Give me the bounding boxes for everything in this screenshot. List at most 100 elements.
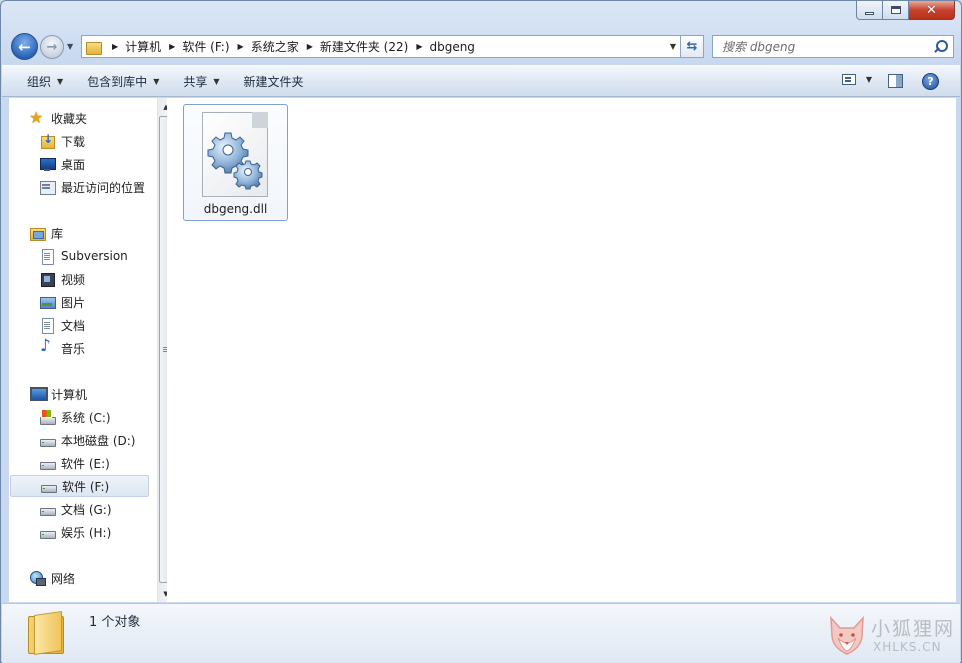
system-drive-icon: [39, 409, 56, 425]
file-item[interactable]: dbgeng.dll: [183, 104, 288, 221]
sidebar-item-label: 文档 (G:): [61, 502, 112, 517]
back-arrow-icon: ←: [18, 37, 31, 56]
chevron-right-icon[interactable]: ▶: [112, 42, 118, 51]
sidebar-item-drive-h[interactable]: 娱乐 (H:): [9, 521, 111, 543]
file-list-area[interactable]: dbgeng.dll: [167, 98, 956, 602]
chevron-right-icon[interactable]: ▶: [169, 42, 175, 51]
music-icon: [39, 336, 55, 356]
address-dropdown-icon[interactable]: ▼: [670, 42, 676, 51]
sidebar-item-label: 视频: [61, 272, 86, 287]
sidebar-item-label: 本地磁盘 (D:): [61, 433, 136, 448]
fox-logo-icon: [830, 615, 864, 655]
help-icon[interactable]: ?: [922, 73, 939, 90]
recent-places-icon: [39, 179, 56, 195]
watermark-en: XHLKS.CN: [873, 640, 942, 654]
drive-icon: [39, 501, 56, 517]
library-icon: [29, 225, 46, 241]
address-bar[interactable]: ▶ 计算机 ▶ 软件 (F:) ▶ 系统之家 ▶ 新建文件夹 (22) ▶ dbgeng …: [81, 35, 681, 58]
sidebar-item-subversion[interactable]: Subversion: [9, 245, 128, 267]
sidebar-item-label: 计算机: [51, 387, 88, 402]
forward-arrow-icon: →: [46, 39, 58, 55]
sidebar-item-drive-f[interactable]: 软件 (F:): [10, 475, 149, 497]
sidebar-item-label: 软件 (E:): [61, 456, 110, 471]
close-button[interactable]: ✕: [909, 1, 955, 20]
explorer-window: ✕ ← → ▼ ▶ 计算机 ▶ 软件 (F:) ▶ 系统之家 ▶ 新建文件夹 (22) …: [0, 0, 962, 663]
sidebar-item-label: 库: [51, 226, 64, 241]
network-icon: [29, 570, 46, 586]
forward-button[interactable]: →: [40, 35, 64, 59]
breadcrumb-item[interactable]: ▶ 新建文件夹 (22): [299, 36, 409, 57]
preview-pane-icon[interactable]: [888, 74, 903, 88]
breadcrumb-drive[interactable]: 软件 (F:): [182, 38, 229, 55]
computer-icon: [29, 386, 48, 402]
dll-file-icon: [202, 112, 268, 197]
sidebar-item-label: Subversion: [61, 249, 128, 263]
navigation-pane: 收藏夹 下载 桌面 最近访问的位置 库 Subversion 视频 图片 文档 …: [9, 98, 174, 602]
picture-icon: [39, 294, 56, 310]
sidebar-item-network[interactable]: 网络: [9, 567, 75, 589]
chevron-right-icon[interactable]: ▶: [416, 42, 422, 51]
sidebar-item-label: 软件 (F:): [62, 479, 110, 494]
minimize-icon: [865, 11, 874, 15]
breadcrumb-folder[interactable]: 系统之家: [251, 38, 299, 55]
sidebar-item-label: 音乐: [61, 341, 86, 356]
sidebar-item-label: 收藏夹: [51, 111, 88, 126]
sidebar-item-recent-places[interactable]: 最近访问的位置: [9, 176, 145, 198]
breadcrumb-item[interactable]: ▶ dbgeng: [408, 36, 475, 57]
breadcrumb-current[interactable]: dbgeng: [429, 40, 474, 54]
sidebar-item-computer[interactable]: 计算机: [9, 383, 87, 405]
document-icon: [39, 248, 55, 265]
new-folder-button[interactable]: 新建文件夹: [232, 66, 316, 96]
breadcrumb-item[interactable]: ▶ 软件 (F:): [161, 36, 229, 57]
sidebar-item-label: 娱乐 (H:): [61, 525, 112, 540]
back-button[interactable]: ←: [11, 33, 38, 60]
sidebar-item-label: 图片: [61, 295, 86, 310]
close-icon: ✕: [926, 2, 937, 18]
breadcrumb-subfolder[interactable]: 新建文件夹 (22): [320, 38, 408, 55]
watermark-cn: 小狐狸网: [871, 618, 956, 640]
breadcrumb-item[interactable]: ▶ 系统之家: [230, 36, 299, 57]
view-options-icon: [841, 74, 856, 85]
organize-button[interactable]: 组织 ▼: [2, 66, 75, 96]
caption-buttons: ✕: [856, 1, 955, 20]
recent-pages-dropdown[interactable]: ▼: [67, 42, 73, 51]
search-input[interactable]: [722, 39, 922, 54]
chevron-right-icon[interactable]: ▶: [238, 42, 244, 51]
search-icon[interactable]: [933, 39, 948, 54]
sidebar-item-drive-g[interactable]: 文档 (G:): [9, 498, 112, 520]
sidebar-item-label: 桌面: [61, 157, 86, 172]
drive-icon: [40, 478, 57, 494]
sidebar-item-pictures[interactable]: 图片: [9, 291, 85, 313]
chevron-right-icon[interactable]: ▶: [307, 42, 313, 51]
drive-icon: [39, 432, 56, 448]
sidebar-item-documents[interactable]: 文档: [9, 314, 85, 336]
sidebar-item-videos[interactable]: 视频: [9, 268, 85, 290]
sidebar-item-label: 最近访问的位置: [61, 180, 146, 195]
sidebar-item-drive-d[interactable]: 本地磁盘 (D:): [9, 429, 135, 451]
share-button[interactable]: 共享 ▼: [171, 66, 231, 96]
sidebar-item-libraries[interactable]: 库: [9, 222, 63, 244]
maximize-icon: [890, 6, 901, 14]
chevron-down-icon: ▼: [57, 76, 64, 86]
breadcrumb-item[interactable]: ▶ 计算机: [104, 36, 161, 57]
breadcrumb-computer[interactable]: 计算机: [125, 38, 161, 55]
chevron-down-icon: ▼: [213, 76, 220, 86]
sidebar-item-drive-c[interactable]: 系统 (C:): [9, 406, 111, 428]
maximize-button[interactable]: [883, 1, 909, 20]
sidebar-item-drive-e[interactable]: 软件 (E:): [9, 452, 110, 474]
command-bar: 组织 ▼ 包含到库中 ▼ 共享 ▼ 新建文件夹 ▼ ?: [2, 65, 960, 97]
sidebar-item-music[interactable]: 音乐: [9, 336, 86, 359]
sidebar-item-desktop[interactable]: 桌面: [9, 153, 85, 175]
sidebar-item-label: 文档: [61, 318, 86, 333]
include-in-library-label: 包含到库中: [87, 74, 148, 89]
change-view-button[interactable]: ▼: [841, 74, 872, 85]
search-box[interactable]: [712, 35, 954, 58]
download-icon: [39, 132, 55, 149]
minimize-button[interactable]: [856, 1, 883, 20]
organize-label: 组织: [27, 74, 52, 89]
details-pane: 1 个对象: [2, 603, 960, 663]
sidebar-item-downloads[interactable]: 下载: [9, 130, 85, 152]
refresh-button[interactable]: ⇆: [681, 35, 704, 58]
include-in-library-button[interactable]: 包含到库中 ▼: [75, 66, 171, 96]
sidebar-item-favorites[interactable]: 收藏夹: [9, 107, 87, 129]
